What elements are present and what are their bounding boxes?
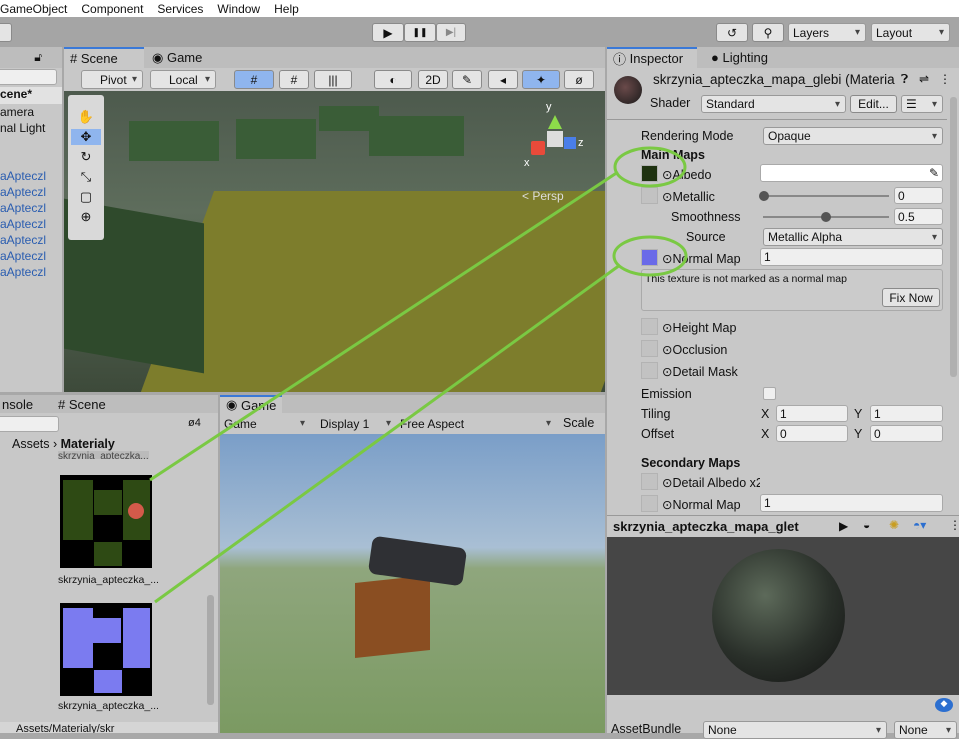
annotation-line-albedo [149, 170, 619, 482]
annotation-circle-albedo [613, 146, 687, 188]
annotation-line-normal [154, 263, 621, 604]
annotation-circle-normal [612, 235, 688, 277]
annotation-overlay [149, 146, 688, 604]
